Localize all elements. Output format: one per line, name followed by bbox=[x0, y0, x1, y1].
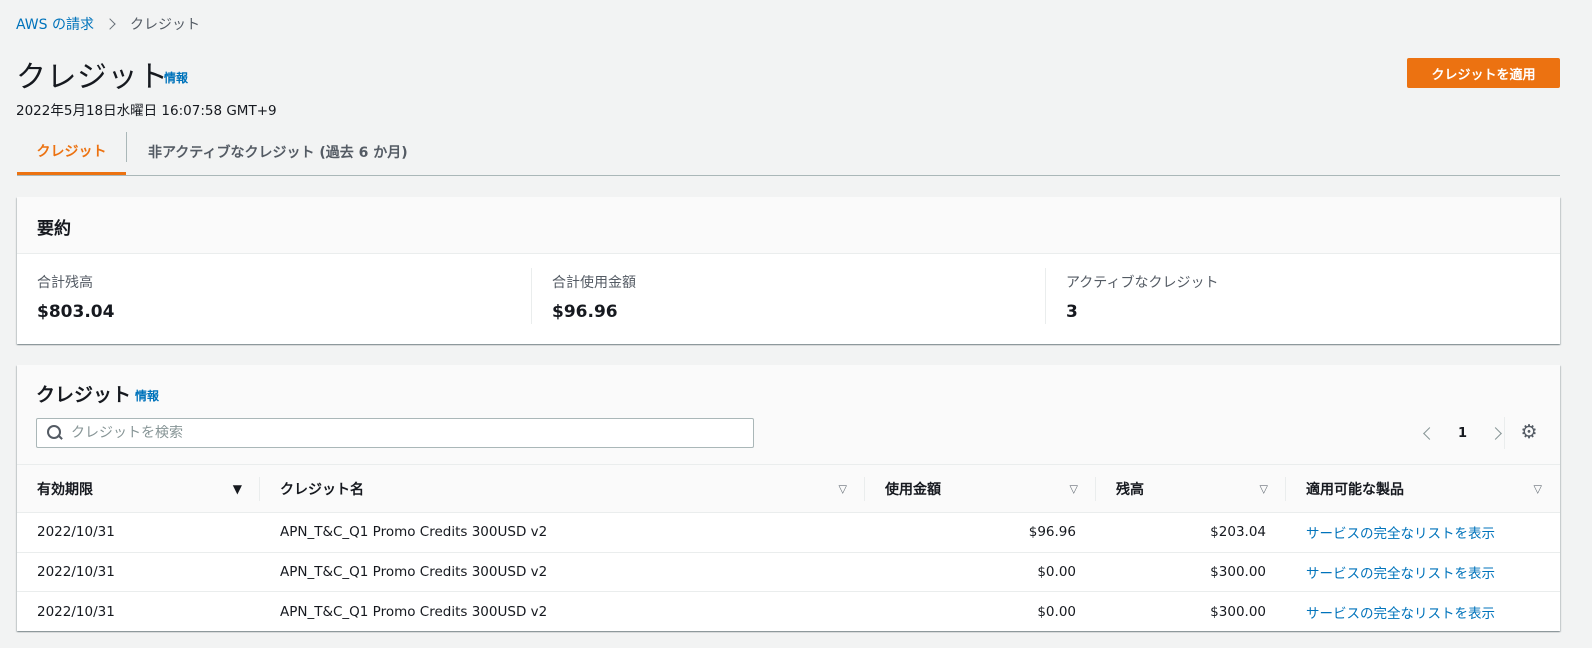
summary-active-credits: アクティブなクレジット 3 bbox=[1045, 268, 1560, 324]
search-icon bbox=[47, 425, 63, 441]
gear-icon[interactable]: ⚙ bbox=[1520, 423, 1538, 442]
sort-icon[interactable]: ▽ bbox=[1534, 482, 1542, 495]
cell-expiry: 2022/10/31 bbox=[37, 603, 115, 620]
credits-header: クレジット 情報 1 ⚙ bbox=[17, 365, 1560, 464]
page-title: クレジット bbox=[16, 60, 169, 95]
cell-balance: $300.00 bbox=[1210, 603, 1266, 620]
table-header-row: 有効期限 ▼ クレジット名 ▽ 使用金額 ▽ 残高 ▽ 適用可能な製品 ▽ bbox=[17, 464, 1560, 513]
search-box[interactable] bbox=[36, 418, 754, 448]
cell-expiry: 2022/10/31 bbox=[17, 512, 260, 553]
summary-value: $803.04 bbox=[37, 302, 115, 322]
summary-label: 合計使用金額 bbox=[552, 275, 636, 291]
breadcrumb-billing-link[interactable]: AWS の請求 bbox=[16, 14, 94, 34]
cell-expiry: 2022/10/31 bbox=[17, 552, 260, 592]
column-header-label: クレジット名 bbox=[280, 481, 364, 498]
column-header-label: 適用可能な製品 bbox=[1306, 481, 1404, 498]
table-row: 2022/10/31 APN_T&C_Q1 Promo Credits 300U… bbox=[17, 552, 1560, 592]
credits-title: クレジット bbox=[36, 384, 132, 406]
page-info-link[interactable]: 情報 bbox=[164, 69, 188, 86]
column-header-label: 使用金額 bbox=[885, 481, 941, 498]
chevron-right-icon[interactable] bbox=[1489, 426, 1502, 440]
sort-icon[interactable]: ▽ bbox=[1260, 482, 1268, 495]
view-services-link[interactable]: サービスの完全なリストを表示 bbox=[1306, 606, 1495, 622]
column-header-used[interactable]: 使用金額 ▽ bbox=[865, 464, 1096, 513]
summary-total-used: 合計使用金額 $96.96 bbox=[531, 268, 1045, 324]
tab-inactive-credits[interactable]: 非アクティブなクレジット (過去 6 か月) bbox=[148, 128, 408, 175]
credits-info-link[interactable]: 情報 bbox=[135, 387, 159, 404]
cell-balance: $203.04 bbox=[1096, 512, 1286, 553]
cell-used: $0.00 bbox=[865, 552, 1096, 592]
view-services-link[interactable]: サービスの完全なリストを表示 bbox=[1306, 526, 1495, 542]
sort-icon[interactable]: ▽ bbox=[1070, 482, 1078, 495]
breadcrumb: AWS の請求 クレジット bbox=[16, 14, 200, 34]
cell-credit-name: APN_T&C_Q1 Promo Credits 300USD v2 bbox=[260, 552, 865, 592]
page-timestamp: 2022年5月18日水曜日 16:07:58 GMT+9 bbox=[16, 103, 277, 119]
table-row: 2022/10/31 APN_T&C_Q1 Promo Credits 300U… bbox=[17, 592, 1560, 632]
cell-credit-name: APN_T&C_Q1 Promo Credits 300USD v2 bbox=[260, 512, 865, 553]
tab-divider bbox=[126, 132, 127, 162]
column-header-expiry[interactable]: 有効期限 ▼ bbox=[17, 464, 260, 513]
cell-used: $96.96 bbox=[865, 512, 1096, 553]
summary-label: アクティブなクレジット bbox=[1066, 275, 1219, 291]
view-services-link[interactable]: サービスの完全なリストを表示 bbox=[1306, 566, 1495, 582]
sort-icon[interactable]: ▽ bbox=[839, 482, 847, 495]
credits-table: 有効期限 ▼ クレジット名 ▽ 使用金額 ▽ 残高 ▽ 適用可能な製品 ▽ 2022/10… bbox=[17, 464, 1560, 631]
summary-columns: 合計残高 $803.04 合計使用金額 $96.96 アクティブなクレジット 3 bbox=[17, 254, 1560, 344]
chevron-right-icon bbox=[104, 18, 116, 30]
summary-title: 要約 bbox=[17, 197, 1560, 254]
column-header-credit-name[interactable]: クレジット名 ▽ bbox=[260, 464, 865, 513]
cell-used: $0.00 bbox=[1037, 603, 1076, 620]
summary-label: 合計残高 bbox=[37, 275, 93, 291]
sort-descending-icon[interactable]: ▼ bbox=[233, 482, 242, 496]
summary-value: $96.96 bbox=[552, 302, 618, 322]
page-number[interactable]: 1 bbox=[1458, 426, 1467, 441]
table-row: 2022/10/31 APN_T&C_Q1 Promo Credits 300U… bbox=[17, 512, 1560, 553]
summary-total-balance: 合計残高 $803.04 bbox=[17, 268, 531, 324]
column-header-products[interactable]: 適用可能な製品 ▽ bbox=[1286, 464, 1560, 513]
column-header-balance[interactable]: 残高 ▽ bbox=[1096, 464, 1286, 513]
pagination: 1 bbox=[1415, 421, 1510, 445]
apply-credit-button[interactable]: クレジットを適用 bbox=[1407, 58, 1560, 88]
pagination-divider bbox=[1504, 417, 1505, 449]
summary-panel: 要約 合計残高 $803.04 合計使用金額 $96.96 アクティブなクレジッ… bbox=[17, 197, 1560, 344]
credits-panel: クレジット 情報 1 ⚙ 有効期限 ▼ クレジット名 ▽ 使用金額 ▽ 残高 ▽ bbox=[17, 365, 1560, 631]
tab-bar: クレジット 非アクティブなクレジット (過去 6 か月) bbox=[17, 128, 1560, 176]
tab-credits[interactable]: クレジット bbox=[17, 128, 126, 175]
column-header-label: 残高 bbox=[1116, 481, 1144, 498]
chevron-left-icon[interactable] bbox=[1423, 426, 1436, 440]
column-header-label: 有効期限 bbox=[37, 481, 93, 498]
breadcrumb-current: クレジット bbox=[130, 17, 200, 33]
summary-value: 3 bbox=[1066, 302, 1078, 322]
cell-credit-name: APN_T&C_Q1 Promo Credits 300USD v2 bbox=[280, 603, 548, 620]
search-input[interactable] bbox=[71, 425, 753, 441]
cell-balance: $300.00 bbox=[1096, 552, 1286, 592]
